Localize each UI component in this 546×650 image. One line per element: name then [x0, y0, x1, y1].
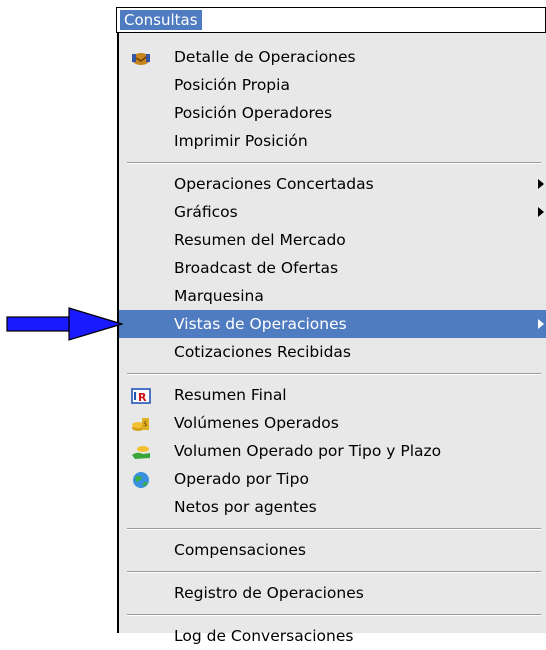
menu-item-label: Volumen Operado por Tipo y Plazo	[174, 442, 442, 460]
menu-item-label: Cotizaciones Recibidas	[174, 343, 351, 361]
coins-icon: $	[131, 414, 151, 432]
hand-coins-icon	[131, 442, 151, 460]
menu-item-broadcast-de-ofertas[interactable]: Broadcast de Ofertas	[119, 254, 546, 282]
menu-item-cotizaciones-recibidas[interactable]: Cotizaciones Recibidas	[119, 338, 546, 366]
menu-item-posicion-operadores[interactable]: Posición Operadores	[119, 99, 546, 127]
menu-item-volumen-operado-por-tipo-y-plazo[interactable]: Volumen Operado por Tipo y Plazo	[119, 437, 546, 465]
menu-item-resumen-del-mercado[interactable]: Resumen del Mercado	[119, 226, 546, 254]
menu-consultas[interactable]: Consultas	[120, 10, 202, 30]
menu-item-log-de-conversaciones[interactable]: Log de Conversaciones	[119, 622, 546, 650]
report-r-icon: R	[131, 386, 151, 404]
menu-item-label: Broadcast de Ofertas	[174, 259, 339, 277]
menu-separator	[127, 571, 541, 573]
consultas-dropdown-menu: Detalle de Operaciones Posición Propia Pos…	[117, 33, 546, 645]
menu-item-netos-por-agentes[interactable]: Netos por agentes	[119, 493, 546, 521]
menu-item-label: Volúmenes Operados	[174, 414, 339, 432]
menu-item-label: Vistas de Operaciones	[174, 315, 347, 333]
menu-item-vistas-de-operaciones[interactable]: Vistas de Operaciones	[119, 310, 546, 338]
menu-separator	[127, 162, 541, 164]
handshake-icon	[131, 48, 151, 66]
menu-item-graficos[interactable]: Gráficos	[119, 198, 546, 226]
svg-text:$: $	[143, 420, 147, 428]
globe-icon	[131, 470, 151, 488]
menu-item-operaciones-concertadas[interactable]: Operaciones Concertadas	[119, 170, 546, 198]
menu-item-compensaciones[interactable]: Compensaciones	[119, 536, 546, 564]
menu-separator	[127, 373, 541, 375]
submenu-arrow-icon	[538, 207, 544, 217]
menu-item-label: Log de Conversaciones	[174, 627, 354, 645]
menu-item-imprimir-posicion[interactable]: Imprimir Posición	[119, 127, 546, 155]
menu-item-label: Operaciones Concertadas	[174, 175, 374, 193]
menu-item-label: Posición Operadores	[174, 104, 333, 122]
menu-item-operado-por-tipo[interactable]: Operado por Tipo	[119, 465, 546, 493]
menubar: Consultas	[116, 7, 546, 33]
menu-item-label: Imprimir Posición	[174, 132, 308, 150]
menu-item-volumenes-operados[interactable]: $ Volúmenes Operados	[119, 409, 546, 437]
svg-text:R: R	[138, 391, 147, 404]
menu-item-resumen-final[interactable]: R Resumen Final	[119, 381, 546, 409]
menu-item-label: Resumen del Mercado	[174, 231, 346, 249]
menu-item-posicion-propia[interactable]: Posición Propia	[119, 71, 546, 99]
menu-item-label: Registro de Operaciones	[174, 584, 364, 602]
submenu-arrow-icon	[538, 319, 544, 329]
menu-item-detalle-de-operaciones[interactable]: Detalle de Operaciones	[119, 43, 546, 71]
menu-item-label: Gráficos	[174, 203, 238, 221]
menu-item-label: Marquesina	[174, 287, 264, 305]
menu-item-label: Resumen Final	[174, 386, 287, 404]
menu-item-marquesina[interactable]: Marquesina	[119, 282, 546, 310]
menu-item-label: Compensaciones	[174, 541, 306, 559]
menu-item-label: Detalle de Operaciones	[174, 48, 356, 66]
menu-separator	[127, 528, 541, 530]
menu-item-label: Netos por agentes	[174, 498, 317, 516]
pointer-arrow-icon	[6, 307, 123, 341]
submenu-arrow-icon	[538, 179, 544, 189]
menu-separator	[127, 614, 541, 616]
menu-item-label: Posición Propia	[174, 76, 290, 94]
menu-item-label: Operado por Tipo	[174, 470, 309, 488]
menu-item-registro-de-operaciones[interactable]: Registro de Operaciones	[119, 579, 546, 607]
